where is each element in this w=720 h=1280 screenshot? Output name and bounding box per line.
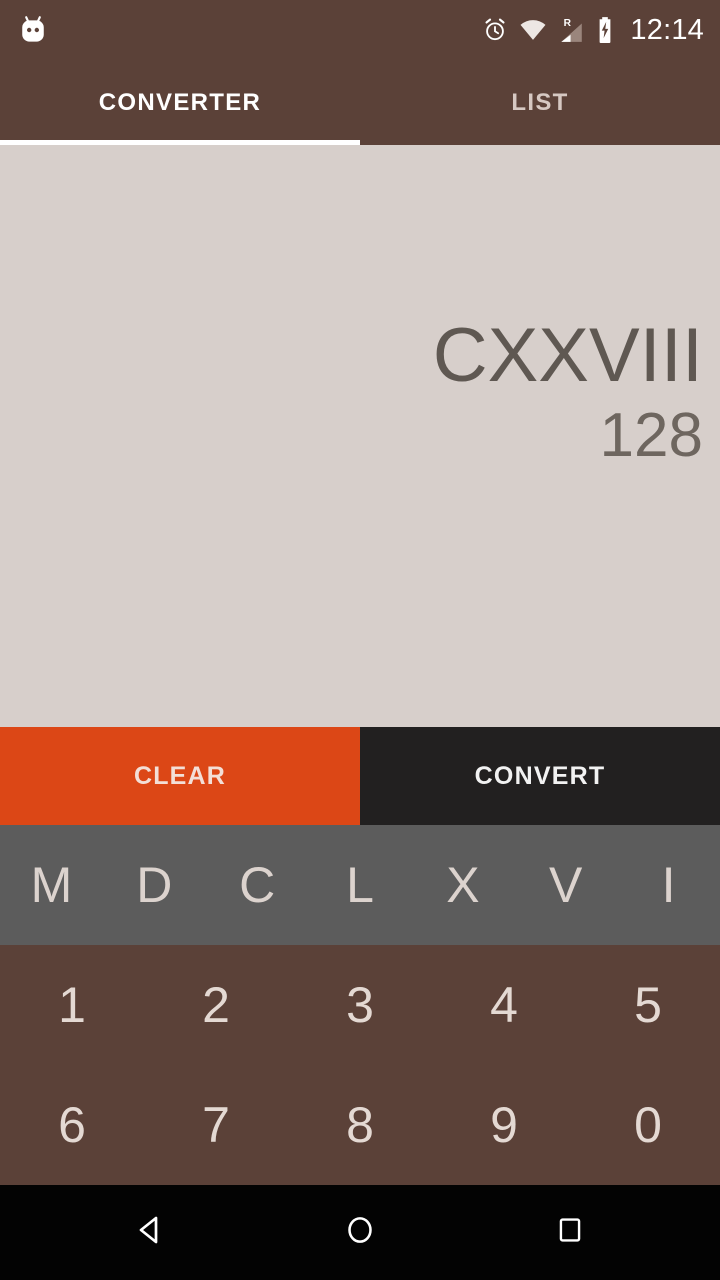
android-head-icon xyxy=(16,13,50,47)
convert-button[interactable]: CONVERT xyxy=(360,727,720,825)
roman-numeral-output: CXXVIII xyxy=(432,313,703,399)
roman-key-x[interactable]: X xyxy=(411,825,514,945)
number-keypad: 1 2 3 4 5 6 7 8 9 0 xyxy=(0,945,720,1185)
home-icon xyxy=(343,1213,377,1252)
conversion-display[interactable]: CXXVIII 128 xyxy=(0,145,720,727)
number-key-4[interactable]: 4 xyxy=(432,945,576,1065)
status-bar: R 12:14 xyxy=(0,0,720,60)
wifi-icon xyxy=(519,16,547,44)
roman-key-c-label: C xyxy=(239,857,276,913)
roman-key-m[interactable]: M xyxy=(0,825,103,945)
roman-key-i-label: I xyxy=(661,857,676,913)
back-button[interactable] xyxy=(120,1203,180,1263)
number-key-1-label: 1 xyxy=(58,977,86,1033)
roman-numeral-keypad: M D C L X V I xyxy=(0,825,720,945)
phone-screen: R 12:14 CONVERTER LIST CXXVIII 128 CLEAR… xyxy=(0,0,720,1280)
battery-charging-icon xyxy=(595,16,615,44)
back-icon xyxy=(132,1212,168,1253)
number-key-7-label: 7 xyxy=(202,1097,230,1153)
number-key-7[interactable]: 7 xyxy=(144,1065,288,1185)
status-bar-right: R 12:14 xyxy=(482,14,704,47)
status-bar-clock: 12:14 xyxy=(630,13,704,46)
roman-key-v-label: V xyxy=(549,857,583,913)
number-key-6-label: 6 xyxy=(58,1097,86,1153)
roman-key-x-label: X xyxy=(446,857,480,913)
roman-key-c[interactable]: C xyxy=(206,825,309,945)
clear-button-label: CLEAR xyxy=(133,761,227,790)
number-key-9[interactable]: 9 xyxy=(432,1065,576,1185)
tab-converter-label: CONVERTER xyxy=(98,88,262,116)
number-key-1[interactable]: 1 xyxy=(0,945,144,1065)
number-key-4-label: 4 xyxy=(490,977,518,1033)
convert-button-label: CONVERT xyxy=(474,761,606,790)
roman-key-d[interactable]: D xyxy=(103,825,206,945)
number-key-2[interactable]: 2 xyxy=(144,945,288,1065)
roman-key-i[interactable]: I xyxy=(617,825,720,945)
tab-converter[interactable]: CONVERTER xyxy=(0,60,360,145)
arabic-number-output: 128 xyxy=(599,401,703,471)
tab-bar: CONVERTER LIST xyxy=(0,60,720,145)
recents-button[interactable] xyxy=(540,1203,600,1263)
number-key-3-label: 3 xyxy=(346,977,374,1033)
tab-list[interactable]: LIST xyxy=(360,60,720,145)
roaming-label: R xyxy=(564,18,572,29)
home-button[interactable] xyxy=(330,1203,390,1263)
status-bar-left xyxy=(16,13,50,47)
number-key-8[interactable]: 8 xyxy=(288,1065,432,1185)
alarm-icon xyxy=(482,17,508,43)
android-navigation-bar xyxy=(0,1185,720,1280)
roman-key-l-label: L xyxy=(346,857,374,913)
clear-button[interactable]: CLEAR xyxy=(0,727,360,825)
number-key-6[interactable]: 6 xyxy=(0,1065,144,1185)
action-button-bar: CLEAR CONVERT xyxy=(0,727,720,825)
number-key-0-label: 0 xyxy=(634,1097,662,1153)
tab-list-label: LIST xyxy=(511,88,569,116)
number-key-9-label: 9 xyxy=(490,1097,518,1153)
number-key-2-label: 2 xyxy=(202,977,230,1033)
recents-icon xyxy=(554,1214,586,1251)
display-values: CXXVIII 128 xyxy=(20,318,703,478)
roman-key-d-label: D xyxy=(136,857,173,913)
number-key-5[interactable]: 5 xyxy=(576,945,720,1065)
roman-key-v[interactable]: V xyxy=(514,825,617,945)
roaming-signal-icon: R xyxy=(558,16,584,44)
number-key-8-label: 8 xyxy=(346,1097,374,1153)
roman-key-m-label: M xyxy=(30,857,73,913)
number-key-3[interactable]: 3 xyxy=(288,945,432,1065)
number-keypad-row-1: 1 2 3 4 5 xyxy=(0,945,720,1065)
number-key-0[interactable]: 0 xyxy=(576,1065,720,1185)
roman-key-l[interactable]: L xyxy=(309,825,412,945)
number-key-5-label: 5 xyxy=(634,977,662,1033)
number-keypad-row-2: 6 7 8 9 0 xyxy=(0,1065,720,1185)
